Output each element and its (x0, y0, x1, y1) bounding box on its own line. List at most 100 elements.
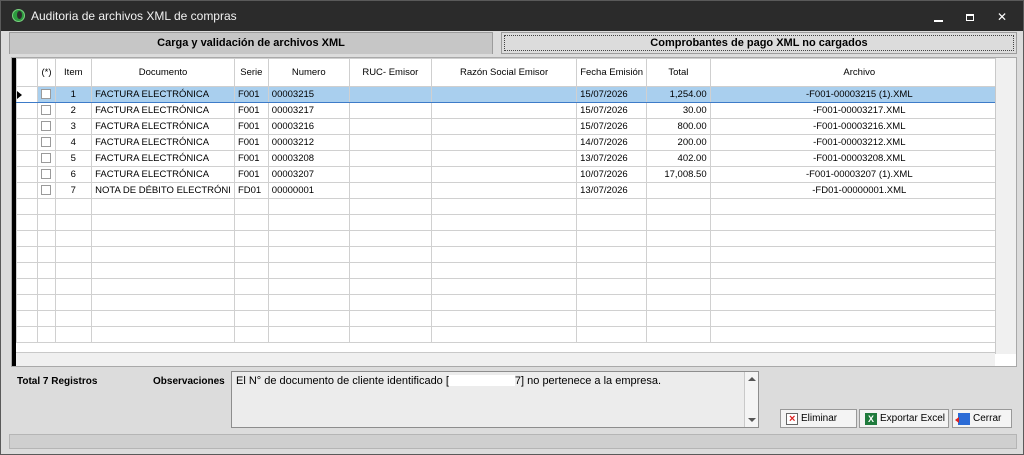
column-header-fecha-emision[interactable]: Fecha Emisión (576, 58, 648, 87)
cell-item: 4 (54, 134, 93, 151)
table-row[interactable]: 2 FACTURA ELECTRÓNICA F001 00003217 15/07/20… (15, 102, 1017, 119)
row-checkbox[interactable] (41, 121, 52, 132)
row-indicator (15, 326, 39, 343)
cell-serie: F001 (233, 150, 269, 167)
observaciones-scrollbar[interactable] (744, 372, 758, 427)
cell-numero: 00003208 (267, 150, 350, 167)
tab-bar: Carga y validación de archivos XML Compr… (9, 32, 1017, 54)
row-checkbox[interactable] (41, 169, 52, 180)
cell-razon (430, 86, 578, 103)
cell-documento: FACTURA ELECTRÓNICA (91, 102, 235, 119)
column-header-item[interactable]: Item (54, 58, 93, 87)
cerrar-button[interactable]: Cerrar (952, 409, 1012, 428)
empty-table-row (15, 278, 1017, 295)
table-row[interactable]: 3 FACTURA ELECTRÓNICA F001 00003216 15/07/20… (15, 118, 1017, 135)
exportar-excel-button[interactable]: X Exportar Excel (859, 409, 949, 428)
scroll-down-icon[interactable] (748, 418, 756, 422)
xml-files-grid[interactable]: (*) Item Documento Serie Numero RUC- Emi… (11, 57, 1017, 367)
table-row[interactable]: 7 NOTA DE DÉBITO ELECTRÓNI FD01 00000001 13/… (15, 182, 1017, 199)
cell-item: 3 (54, 118, 93, 135)
table-row[interactable]: 5 FACTURA ELECTRÓNICA F001 00003208 13/07/20… (15, 150, 1017, 167)
close-window-button[interactable]: ✕ (987, 8, 1017, 26)
current-row-arrow-icon (17, 91, 22, 99)
empty-table-row (15, 198, 1017, 215)
column-header-razon-social[interactable]: Razón Social Emisor (430, 58, 578, 87)
maximize-button[interactable] (955, 8, 985, 26)
row-checkbox[interactable] (41, 153, 52, 164)
empty-table-row (15, 310, 1017, 327)
row-checkbox[interactable] (41, 89, 52, 100)
row-indicator (15, 278, 39, 295)
column-header-archivo[interactable]: Archivo (709, 58, 1009, 87)
cell-serie (233, 246, 269, 263)
cell-razon (430, 326, 578, 343)
total-records-label: Total 7 Registros (17, 376, 98, 387)
row-select-cell[interactable] (37, 118, 56, 135)
minimize-button[interactable] (923, 8, 953, 26)
vertical-scrollbar[interactable] (995, 58, 1016, 354)
row-checkbox[interactable] (41, 137, 52, 148)
app-logo-icon (12, 9, 25, 22)
column-header-documento[interactable]: Documento (91, 58, 235, 87)
column-header-ruc-emisor[interactable]: RUC- Emisor (348, 58, 432, 87)
empty-table-row (15, 214, 1017, 231)
cell-total: 200.00 (646, 134, 711, 151)
main-window: Auditoria de archivos XML de compras ✕ C… (0, 0, 1024, 455)
cell-ruc (348, 102, 432, 119)
column-header-numero[interactable]: Numero (267, 58, 350, 87)
row-select-cell (37, 326, 56, 343)
column-header-serie[interactable]: Serie (233, 58, 269, 87)
cell-razon (430, 294, 578, 311)
cell-archivo (709, 246, 1009, 263)
observaciones-label: Observaciones (153, 376, 225, 387)
row-select-cell[interactable] (37, 102, 56, 119)
row-select-cell[interactable] (37, 134, 56, 151)
cell-numero (267, 294, 350, 311)
cell-documento (91, 310, 235, 327)
cell-ruc (348, 182, 432, 199)
tab-label: Comprobantes de pago XML no cargados (650, 37, 868, 49)
eliminar-label: Eliminar (801, 413, 838, 424)
table-row[interactable]: 4 FACTURA ELECTRÓNICA F001 00003212 14/07/20… (15, 134, 1017, 151)
cell-fecha (576, 278, 648, 295)
table-row[interactable]: 6 FACTURA ELECTRÓNICA F001 00003207 10/07/20… (15, 166, 1017, 183)
eliminar-button[interactable]: Eliminar (780, 409, 857, 428)
cell-documento (91, 230, 235, 247)
cell-ruc (348, 150, 432, 167)
row-select-cell[interactable] (37, 182, 56, 199)
tab-comprobantes-no-cargados[interactable]: Comprobantes de pago XML no cargados (501, 32, 1017, 54)
row-indicator (15, 182, 39, 199)
row-select-cell[interactable] (37, 150, 56, 167)
cell-serie: F001 (233, 102, 269, 119)
cell-documento: FACTURA ELECTRÓNICA (91, 166, 235, 183)
scroll-up-icon[interactable] (748, 377, 756, 381)
row-select-cell (37, 294, 56, 311)
cell-fecha (576, 326, 648, 343)
observaciones-text-end: 7] no pertenece a la empresa. (514, 375, 662, 387)
tab-carga-validacion[interactable]: Carga y validación de archivos XML (9, 32, 493, 54)
cell-documento: FACTURA ELECTRÓNICA (91, 118, 235, 135)
row-select-cell[interactable] (37, 86, 56, 103)
table-row[interactable]: 1 FACTURA ELECTRÓNICA F001 00003215 15/07/20… (15, 86, 1017, 103)
cell-razon (430, 230, 578, 247)
row-checkbox[interactable] (41, 185, 52, 196)
row-checkbox[interactable] (41, 105, 52, 116)
cell-serie (233, 294, 269, 311)
cell-total (646, 262, 711, 279)
column-header-indicator (15, 58, 39, 87)
cell-documento: FACTURA ELECTRÓNICA (91, 134, 235, 151)
cell-numero: 00000001 (267, 182, 350, 199)
cell-documento: FACTURA ELECTRÓNICA (91, 150, 235, 167)
cell-ruc (348, 246, 432, 263)
observaciones-textarea[interactable]: El N° de documento de cliente identifica… (231, 371, 759, 428)
column-header-total[interactable]: Total (646, 58, 711, 87)
row-select-cell[interactable] (37, 166, 56, 183)
cell-archivo: -F001-00003208.XML (709, 150, 1009, 167)
cell-documento (91, 278, 235, 295)
column-header-check[interactable]: (*) (37, 58, 56, 87)
row-indicator (15, 262, 39, 279)
cell-numero (267, 214, 350, 231)
cell-total (646, 294, 711, 311)
horizontal-scrollbar[interactable] (16, 352, 995, 366)
cell-numero: 00003215 (267, 86, 350, 103)
